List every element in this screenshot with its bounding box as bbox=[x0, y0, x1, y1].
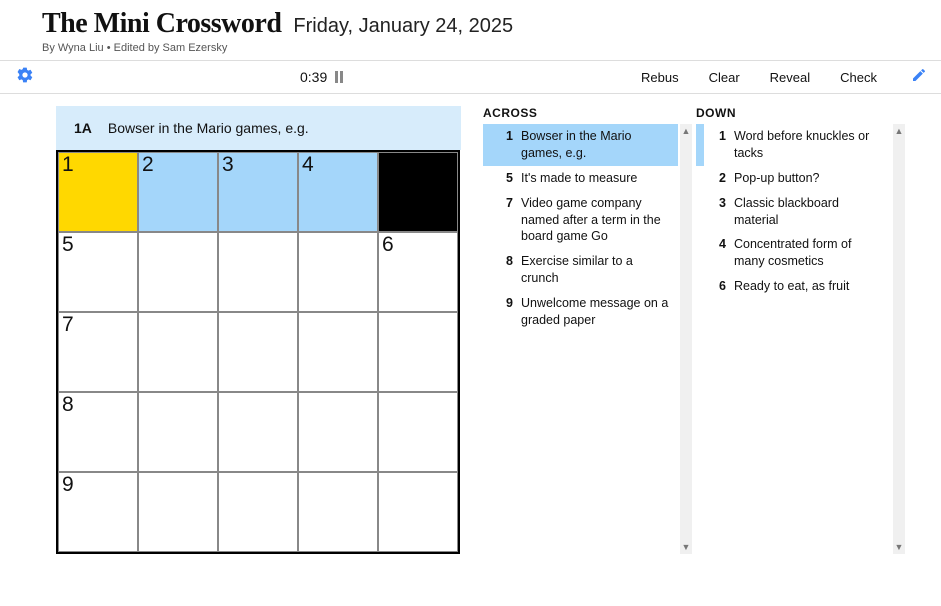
grid-cell[interactable] bbox=[298, 472, 378, 552]
timer-value: 0:39 bbox=[300, 69, 327, 85]
byline: By Wyna Liu • Edited by Sam Ezersky bbox=[42, 42, 941, 54]
clue-number: 8 bbox=[491, 253, 513, 287]
cell-number: 2 bbox=[142, 153, 154, 177]
clue-text: It's made to measure bbox=[521, 170, 672, 187]
grid-cell[interactable]: 9 bbox=[58, 472, 138, 552]
clue-text: Bowser in the Mario games, e.g. bbox=[521, 128, 672, 162]
grid-cell[interactable] bbox=[298, 392, 378, 472]
clue-item[interactable]: 2 Pop-up button? bbox=[696, 166, 891, 191]
cell-number: 9 bbox=[62, 473, 74, 497]
scroll-up-icon[interactable]: ▲ bbox=[895, 126, 904, 136]
clue-item[interactable]: 4Concentrated form of many cosmetics bbox=[696, 232, 891, 274]
grid-cell[interactable] bbox=[378, 312, 458, 392]
clue-number: 1 bbox=[491, 128, 513, 162]
timer: 0:39 bbox=[300, 69, 343, 85]
clue-item[interactable]: 3Classic blackboard material bbox=[696, 191, 891, 233]
active-clue-label: 1A bbox=[74, 120, 92, 136]
grid-cell[interactable] bbox=[298, 312, 378, 392]
pencil-icon[interactable] bbox=[911, 67, 927, 88]
cell-number: 4 bbox=[302, 153, 314, 177]
grid-cell[interactable] bbox=[218, 312, 298, 392]
settings-gear-icon[interactable] bbox=[16, 66, 34, 89]
grid-cell[interactable]: 2 bbox=[138, 152, 218, 232]
clue-item[interactable]: 9Unwelcome message on a graded paper bbox=[483, 291, 678, 333]
clue-number: 2 bbox=[704, 170, 726, 187]
clue-text: Concentrated form of many cosmetics bbox=[734, 236, 885, 270]
clue-number: 7 bbox=[491, 195, 513, 246]
main: 1A Bowser in the Mario games, e.g. 1 2 3 4 5… bbox=[0, 94, 941, 554]
grid-cell[interactable]: 3 bbox=[218, 152, 298, 232]
down-section: DOWN 1Word before knuckles or tacks 2 Pop-… bbox=[696, 106, 891, 554]
scroll-up-icon[interactable]: ▲ bbox=[682, 126, 691, 136]
grid-cell[interactable] bbox=[378, 472, 458, 552]
scroll-down-icon[interactable]: ▼ bbox=[682, 542, 691, 552]
cell-number: 3 bbox=[222, 153, 234, 177]
toolbar: 0:39 Rebus Clear Reveal Check bbox=[0, 60, 941, 94]
clue-number: 3 bbox=[704, 195, 726, 229]
across-clue-list: 1Bowser in the Mario games, e.g. 5 It's ma… bbox=[483, 124, 678, 333]
clue-number: 1 bbox=[704, 128, 726, 162]
toolbar-actions: Rebus Clear Reveal Check bbox=[641, 67, 927, 88]
grid-cell[interactable]: 6 bbox=[378, 232, 458, 312]
active-clue-text: Bowser in the Mario games, e.g. bbox=[108, 120, 309, 136]
grid-cell[interactable] bbox=[138, 312, 218, 392]
clue-number: 9 bbox=[491, 295, 513, 329]
cell-number: 6 bbox=[382, 233, 394, 257]
clue-text: Video game company named after a term in… bbox=[521, 195, 672, 246]
clue-text: Classic blackboard material bbox=[734, 195, 885, 229]
down-heading: DOWN bbox=[696, 106, 891, 124]
clue-item[interactable]: 6 Ready to eat, as fruit bbox=[696, 274, 891, 299]
clue-item[interactable]: 5 It's made to measure bbox=[483, 166, 678, 191]
page-title: The Mini Crossword bbox=[42, 8, 281, 40]
grid-cell[interactable] bbox=[138, 232, 218, 312]
crossword-grid[interactable]: 1 2 3 4 5 6 7 8 9 bbox=[56, 150, 460, 554]
clear-button[interactable]: Clear bbox=[709, 70, 740, 85]
grid-cell[interactable]: 8 bbox=[58, 392, 138, 472]
clue-item[interactable]: 8Exercise similar to a crunch bbox=[483, 249, 678, 291]
byline-editor: Edited by Sam Ezersky bbox=[114, 42, 228, 54]
byline-sep: • bbox=[104, 42, 114, 54]
clue-item[interactable]: 1Word before knuckles or tacks bbox=[696, 124, 891, 166]
cell-number: 7 bbox=[62, 313, 74, 337]
clue-number: 4 bbox=[704, 236, 726, 270]
clue-number: 5 bbox=[491, 170, 513, 187]
grid-cell[interactable] bbox=[298, 232, 378, 312]
active-clue-bar: 1A Bowser in the Mario games, e.g. bbox=[56, 106, 461, 150]
reveal-button[interactable]: Reveal bbox=[770, 70, 810, 85]
rebus-button[interactable]: Rebus bbox=[641, 70, 679, 85]
grid-cell[interactable]: 1 bbox=[58, 152, 138, 232]
clue-text: Pop-up button? bbox=[734, 170, 885, 187]
grid-cell[interactable] bbox=[218, 232, 298, 312]
byline-author: By Wyna Liu bbox=[42, 42, 104, 54]
clue-number: 6 bbox=[704, 278, 726, 295]
scroll-down-icon[interactable]: ▼ bbox=[895, 542, 904, 552]
clue-text: Ready to eat, as fruit bbox=[734, 278, 885, 295]
across-section: ACROSS 1Bowser in the Mario games, e.g.5… bbox=[483, 106, 678, 554]
check-button[interactable]: Check bbox=[840, 70, 877, 85]
puzzle-date: Friday, January 24, 2025 bbox=[293, 15, 513, 38]
grid-cell[interactable] bbox=[138, 392, 218, 472]
clue-text: Word before knuckles or tacks bbox=[734, 128, 885, 162]
grid-cell[interactable]: 7 bbox=[58, 312, 138, 392]
clue-text: Exercise similar to a crunch bbox=[521, 253, 672, 287]
cell-number: 1 bbox=[62, 153, 74, 177]
across-heading: ACROSS bbox=[483, 106, 678, 124]
grid-cell[interactable] bbox=[378, 392, 458, 472]
cell-number: 8 bbox=[62, 393, 74, 417]
header: The Mini Crossword Friday, January 24, 2… bbox=[0, 0, 941, 60]
pause-icon[interactable] bbox=[335, 71, 343, 83]
grid-cell[interactable]: 5 bbox=[58, 232, 138, 312]
cell-number: 5 bbox=[62, 233, 74, 257]
clue-item[interactable]: 7Video game company named after a term i… bbox=[483, 191, 678, 250]
grid-cell[interactable] bbox=[218, 392, 298, 472]
grid-cell[interactable] bbox=[218, 472, 298, 552]
down-clue-list: 1Word before knuckles or tacks 2 Pop-up bu… bbox=[696, 124, 891, 299]
clue-text: Unwelcome message on a graded paper bbox=[521, 295, 672, 329]
clue-item[interactable]: 1Bowser in the Mario games, e.g. bbox=[483, 124, 678, 166]
grid-cell bbox=[378, 152, 458, 232]
scrollbar[interactable]: ▲ ▼ bbox=[893, 124, 905, 554]
grid-cell[interactable]: 4 bbox=[298, 152, 378, 232]
grid-cell[interactable] bbox=[138, 472, 218, 552]
scrollbar[interactable]: ▲ ▼ bbox=[680, 124, 692, 554]
